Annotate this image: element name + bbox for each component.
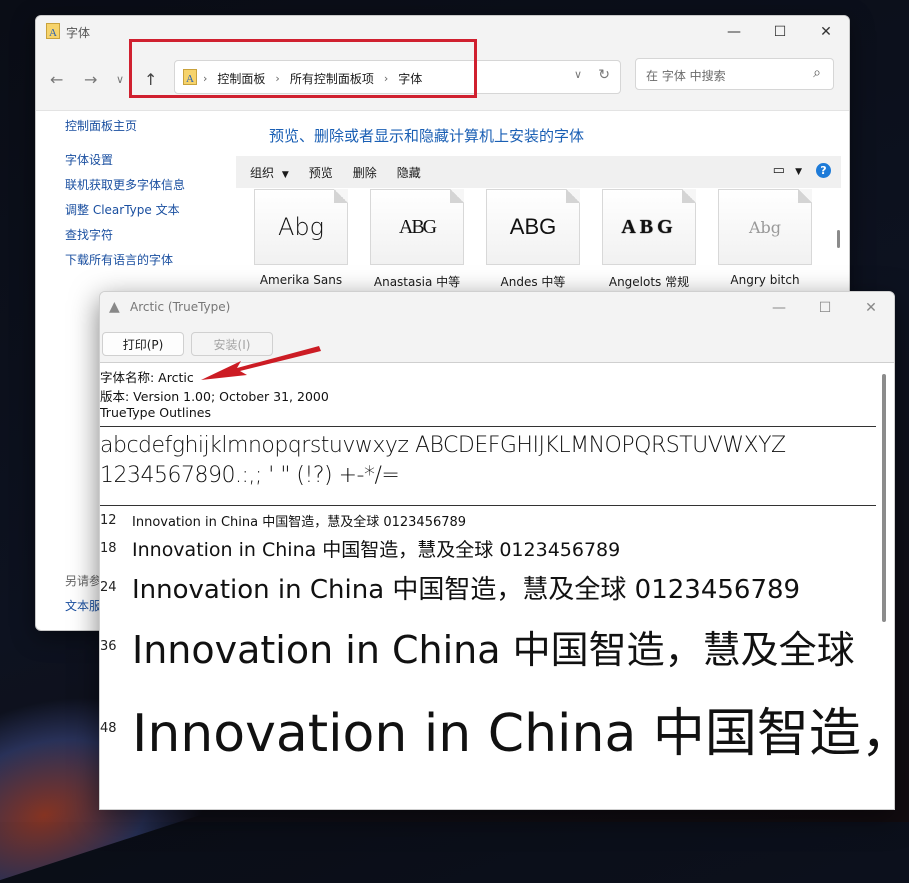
sidebar-font-settings[interactable]: 字体设置: [65, 152, 185, 169]
address-dropdown-icon[interactable]: ∨: [574, 68, 582, 81]
sidebar-online-font-info[interactable]: 联机获取更多字体信息: [65, 177, 185, 194]
view-options-icon[interactable]: ▭ ▼: [773, 163, 802, 178]
fonts-folder-icon: A: [46, 23, 60, 39]
font-file-icon: ▲: [109, 299, 120, 315]
help-icon[interactable]: ?: [816, 163, 831, 178]
sidebar-cleartype[interactable]: 调整 ClearType 文本: [65, 202, 185, 219]
annotation-arrow-icon: [201, 346, 321, 380]
maximize-button[interactable]: ☐: [802, 292, 848, 324]
close-button[interactable]: ✕: [848, 292, 894, 324]
dropdown-caret-icon: ▼: [281, 169, 289, 180]
see-also-label: 另请参: [65, 574, 102, 588]
sample-size-label: 48: [100, 721, 117, 736]
font-name: Anastasia 中等: [373, 275, 461, 289]
recent-locations-chevron-icon[interactable]: ∨: [116, 73, 124, 86]
font-tile[interactable]: ABG Andes 中等: [485, 189, 581, 290]
sidebar-see-also: 另请参 文本服: [65, 569, 101, 619]
font-name: Angelots 常规: [608, 275, 690, 289]
divider: [100, 426, 876, 427]
font-tile[interactable]: ABG Angelots 常规: [601, 189, 697, 290]
refresh-icon[interactable]: ↻: [598, 67, 610, 83]
font-tile[interactable]: Abg Amerika Sans: [253, 189, 349, 287]
font-name-label: 字体名称: Arctic: [100, 370, 194, 385]
font-name: Amerika Sans: [259, 273, 343, 287]
print-button[interactable]: 打印(P): [102, 332, 184, 356]
font-preview-area: 字体名称: Arctic 版本: Version 1.00; October 3…: [100, 363, 878, 809]
font-tile[interactable]: Abg Angry bitch: [717, 189, 813, 287]
back-arrow-icon[interactable]: ←: [50, 70, 63, 89]
search-placeholder: 在 字体 中搜索: [646, 69, 726, 83]
font-name: Andes 中等: [500, 275, 566, 289]
sample-size-label: 36: [100, 639, 117, 654]
hide-button[interactable]: 隐藏: [397, 164, 421, 181]
sample-size-label: 12: [100, 513, 117, 528]
sample-size-label: 18: [100, 541, 117, 556]
font-version-label: 版本: Version 1.00; October 31, 2000: [100, 389, 329, 404]
font-preview-thumbnail: ABG: [486, 189, 580, 265]
forward-arrow-icon[interactable]: →: [84, 70, 97, 89]
font-preview-thumbnail: ABG: [602, 189, 696, 265]
svg-text:A: A: [49, 27, 57, 39]
sample-text: Innovation in China 中国智造，慧及全球 0123456789: [132, 539, 621, 561]
character-set-line: abcdefghijklmnopqrstuvwxyz ABCDEFGHIJKLM…: [100, 433, 786, 458]
font-tile[interactable]: ABG Anastasia 中等: [369, 189, 465, 290]
scrollbar[interactable]: [837, 230, 840, 248]
title-bar: ▲ Arctic (TrueType) — ☐ ✕: [100, 292, 894, 324]
scrollbar[interactable]: [882, 374, 886, 622]
minimize-button[interactable]: —: [711, 16, 757, 48]
sample-text: Innovation in China 中国智造，慧及全球: [132, 628, 855, 672]
font-preview-thumbnail: Abg: [718, 189, 812, 265]
close-button[interactable]: ✕: [803, 16, 849, 48]
sample-row: 18 Innovation in China 中国智造，慧及全球 01234567…: [100, 535, 620, 562]
character-set-line: 1234567890.:,; ' " (!?) +-*/=: [100, 463, 400, 488]
window-title: Arctic (TrueType): [130, 300, 231, 314]
sidebar-control-panel-home[interactable]: 控制面板主页: [65, 118, 185, 135]
divider: [100, 505, 876, 506]
sample-text: Innovation in China 中国智造，慧及全球 0123456789: [132, 515, 467, 530]
sample-size-label: 24: [100, 580, 117, 595]
minimize-button[interactable]: —: [756, 292, 802, 324]
sample-text: Innovation in China 中国智造，: [132, 704, 878, 764]
delete-button[interactable]: 删除: [353, 164, 377, 181]
command-toolbar: 组织 ▼ 预览 删除 隐藏 ▭ ▼ ?: [236, 156, 841, 188]
sample-row: 24 Innovation in China 中国智造，慧及全球 01234567…: [100, 569, 800, 606]
organize-menu[interactable]: 组织 ▼: [250, 164, 289, 181]
window-title: 字体: [66, 26, 91, 40]
search-input[interactable]: 在 字体 中搜索 ⌕: [635, 58, 834, 90]
page-title: 预览、删除或者显示和隐藏计算机上安装的字体: [269, 127, 585, 145]
sidebar-download-fonts[interactable]: 下载所有语言的字体: [65, 252, 185, 269]
maximize-button[interactable]: ☐: [757, 16, 803, 48]
sidebar-text-services[interactable]: 文本服: [65, 594, 101, 619]
annotation-highlight-box: [129, 39, 477, 98]
sample-row: 36 Innovation in China 中国智造，慧及全球: [100, 619, 855, 674]
sidebar: 控制面板主页 字体设置 联机获取更多字体信息 调整 ClearType 文本 查…: [65, 118, 185, 269]
font-outline-label: TrueType Outlines: [100, 405, 211, 420]
sample-row: 48 Innovation in China 中国智造，: [100, 691, 878, 766]
sidebar-character-map[interactable]: 查找字符: [65, 227, 185, 244]
sample-row: 12 Innovation in China 中国智造，慧及全球 01234567…: [100, 511, 466, 530]
font-preview-thumbnail: ABG: [370, 189, 464, 265]
preview-button[interactable]: 预览: [309, 164, 333, 181]
font-preview-thumbnail: Abg: [254, 189, 348, 265]
sample-text: Innovation in China 中国智造，慧及全球 0123456789: [132, 575, 801, 605]
search-icon[interactable]: ⌕: [813, 65, 821, 81]
font-name: Angry bitch: [730, 273, 800, 287]
